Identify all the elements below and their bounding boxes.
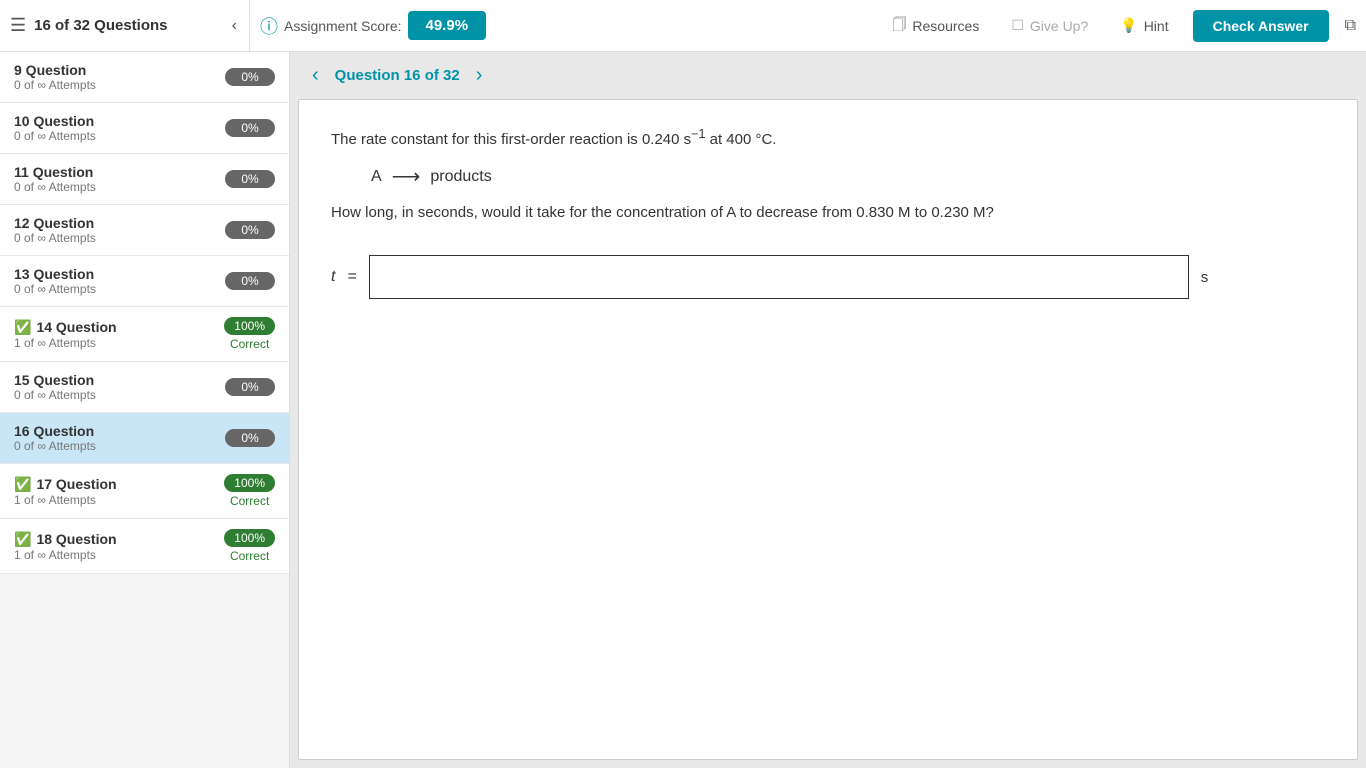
reactant-label: A — [371, 168, 382, 186]
collapse-icon[interactable]: ‹ — [232, 17, 237, 35]
check-icon-14: ✅ — [14, 319, 31, 336]
t-label: t — [331, 268, 335, 286]
sidebar-item-14[interactable]: ✅14 Question1 of ∞ Attempts 100% Correct — [0, 307, 289, 362]
hint-icon: 💡 — [1120, 17, 1137, 34]
give-up-button[interactable]: ☐ Give Up? — [1003, 13, 1096, 38]
header: ☰ 16 of 32 Questions ‹ ⓘ Assignment Scor… — [0, 0, 1366, 52]
sidebar-item-13[interactable]: 13 Question0 of ∞ Attempts 0% — [0, 256, 289, 307]
correct-label-18: Correct — [230, 549, 269, 563]
next-question-button[interactable]: › — [470, 62, 489, 89]
question-nav-label: Question 16 of 32 — [335, 67, 460, 84]
assignment-score-label: Assignment Score: — [284, 18, 402, 34]
progress-badge-16: 0% — [225, 429, 275, 447]
sidebar-item-name-15: 15 Question — [14, 372, 215, 388]
sidebar-item-name-12: 12 Question — [14, 215, 215, 231]
unit-label: s — [1201, 269, 1209, 286]
sidebar: 9 Question0 of ∞ Attempts0%10 Question0 … — [0, 52, 290, 768]
header-actions: 🗍 Resources ☐ Give Up? 💡 Hint Check Answ… — [884, 10, 1356, 42]
check-answer-button[interactable]: Check Answer — [1193, 10, 1329, 42]
sidebar-item-attempts-17: 1 of ∞ Attempts — [14, 493, 214, 507]
prev-question-button[interactable]: ‹ — [306, 62, 325, 89]
sidebar-item-12[interactable]: 12 Question0 of ∞ Attempts 0% — [0, 205, 289, 256]
sidebar-item-attempts-18: 1 of ∞ Attempts — [14, 548, 214, 562]
progress-badge-12: 0% — [225, 221, 275, 239]
hamburger-icon: ☰ — [10, 15, 26, 36]
progress-badge-17: 100% — [224, 474, 275, 492]
check-icon-18: ✅ — [14, 531, 31, 548]
correct-label-17: Correct — [230, 494, 269, 508]
sidebar-item-attempts-9: 0 of ∞ Attempts — [14, 78, 215, 92]
sidebar-item-attempts-14: 1 of ∞ Attempts — [14, 336, 214, 350]
sidebar-item-name-13: 13 Question — [14, 266, 215, 282]
sidebar-item-name-9: 9 Question — [14, 62, 215, 78]
resources-label: Resources — [912, 18, 979, 34]
reaction-arrow: ⟶ — [392, 164, 421, 189]
reaction-equation: A ⟶ products — [371, 164, 1325, 189]
sidebar-item-name-18: ✅18 Question — [14, 531, 214, 548]
header-title: 16 of 32 Questions — [34, 17, 167, 34]
question-nav: ‹ Question 16 of 32 › — [290, 52, 1366, 99]
progress-badge-15: 0% — [225, 378, 275, 396]
sidebar-item-name-17: ✅17 Question — [14, 476, 214, 493]
info-icon: ⓘ — [260, 13, 278, 39]
progress-badge-11: 0% — [225, 170, 275, 188]
sidebar-item-17[interactable]: ✅17 Question1 of ∞ Attempts 100% Correct — [0, 464, 289, 519]
sidebar-item-name-14: ✅14 Question — [14, 319, 214, 336]
score-badge: 49.9% — [408, 11, 487, 40]
answer-row: t = s — [331, 255, 1325, 299]
header-center: ⓘ Assignment Score: 49.9% — [260, 11, 874, 40]
sidebar-item-10[interactable]: 10 Question0 of ∞ Attempts 0% — [0, 103, 289, 154]
products-label: products — [430, 168, 491, 186]
resources-icon: 🗍 — [892, 14, 906, 38]
sidebar-item-attempts-11: 0 of ∞ Attempts — [14, 180, 215, 194]
sidebar-item-attempts-12: 0 of ∞ Attempts — [14, 231, 215, 245]
question-text-line2: How long, in seconds, would it take for … — [331, 201, 1325, 225]
hint-label: Hint — [1144, 18, 1169, 34]
sidebar-item-name-16: 16 Question — [14, 423, 215, 439]
content-area: ‹ Question 16 of 32 › The rate constant … — [290, 52, 1366, 768]
equals-sign: = — [347, 268, 356, 286]
give-up-label: Give Up? — [1030, 18, 1088, 34]
answer-input[interactable] — [369, 255, 1189, 299]
question-content: The rate constant for this first-order r… — [298, 99, 1358, 760]
main-layout: 9 Question0 of ∞ Attempts0%10 Question0 … — [0, 52, 1366, 768]
resources-button[interactable]: 🗍 Resources — [884, 10, 987, 42]
progress-badge-14: 100% — [224, 317, 275, 335]
header-left: ☰ 16 of 32 Questions ‹ — [10, 0, 250, 51]
sidebar-item-attempts-13: 0 of ∞ Attempts — [14, 282, 215, 296]
sidebar-item-name-11: 11 Question — [14, 164, 215, 180]
progress-badge-10: 0% — [225, 119, 275, 137]
progress-badge-9: 0% — [225, 68, 275, 86]
sidebar-item-11[interactable]: 11 Question0 of ∞ Attempts 0% — [0, 154, 289, 205]
sidebar-item-name-10: 10 Question — [14, 113, 215, 129]
question-text-line1: The rate constant for this first-order r… — [331, 124, 1325, 152]
correct-label-14: Correct — [230, 337, 269, 351]
sidebar-item-15[interactable]: 15 Question0 of ∞ Attempts 0% — [0, 362, 289, 413]
sidebar-item-16[interactable]: 16 Question0 of ∞ Attempts 0% — [0, 413, 289, 464]
sidebar-item-9[interactable]: 9 Question0 of ∞ Attempts 0% — [0, 52, 289, 103]
hint-button[interactable]: 💡 Hint — [1112, 13, 1176, 38]
sidebar-item-attempts-15: 0 of ∞ Attempts — [14, 388, 215, 402]
superscript: −1 — [691, 127, 705, 141]
sidebar-item-attempts-10: 0 of ∞ Attempts — [14, 129, 215, 143]
check-icon-17: ✅ — [14, 476, 31, 493]
expand-icon[interactable]: ⧉ — [1345, 17, 1356, 35]
give-up-icon: ☐ — [1011, 17, 1024, 34]
progress-badge-18: 100% — [224, 529, 275, 547]
sidebar-item-18[interactable]: ✅18 Question1 of ∞ Attempts 100% Correct — [0, 519, 289, 574]
progress-badge-13: 0% — [225, 272, 275, 290]
sidebar-item-attempts-16: 0 of ∞ Attempts — [14, 439, 215, 453]
